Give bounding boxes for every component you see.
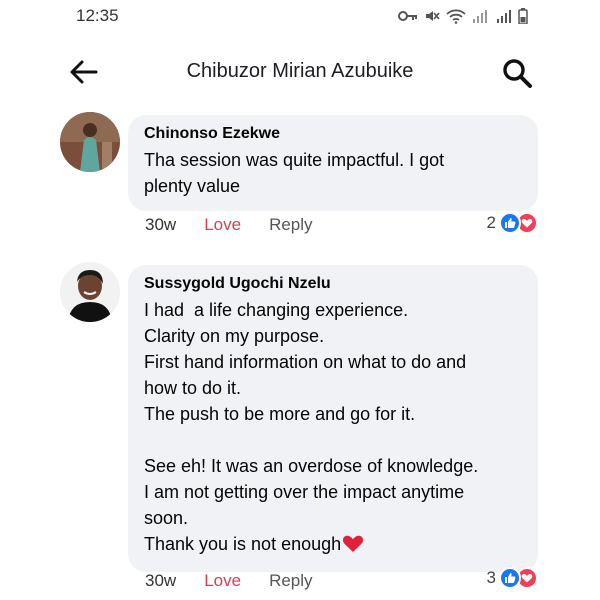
comment-text-line-last: Thank you is not enough (144, 531, 522, 560)
avatar[interactable] (60, 112, 120, 172)
battery-icon (518, 8, 528, 24)
comment-text-line: how to do it. (144, 378, 242, 398)
avatar[interactable] (60, 262, 120, 322)
like-icon (499, 567, 521, 589)
status-icons (398, 8, 528, 24)
comment-text-line: plenty value (144, 176, 241, 196)
comment-time[interactable]: 30w (145, 571, 176, 591)
signal-icon (472, 9, 490, 23)
comment-actions: 30w Love Reply (145, 215, 313, 235)
reaction-count: 3 (486, 568, 496, 587)
header: Chibuzor Mirian Azubuike (0, 46, 600, 96)
comment-text-line: soon. (144, 508, 189, 528)
comment-text-line: The push to be more and go for it. (144, 404, 416, 424)
comment-bubble: Sussygold Ugochi Nzelu I had a life chan… (128, 265, 538, 572)
status-bar: 12:35 (0, 0, 600, 34)
comment-text-line: Thank you is not enough (144, 534, 342, 554)
comment-time[interactable]: 30w (145, 215, 176, 235)
comment-author[interactable]: Chinonso Ezekwe (144, 125, 522, 143)
love-button[interactable]: Love (204, 571, 241, 591)
search-button[interactable] (500, 56, 534, 90)
comment-text-line: I am not getting over the impact anytime (144, 482, 465, 502)
mute-icon (424, 8, 440, 24)
comment-actions: 30w Love Reply (145, 571, 313, 591)
comment-text-line: Clarity on my purpose. (144, 326, 325, 346)
comment-text-line: I had a life changing experience. (144, 300, 409, 320)
reply-button[interactable]: Reply (269, 571, 312, 591)
comment-text-line (144, 427, 522, 453)
reaction-count: 2 (486, 213, 496, 232)
key-icon (398, 9, 418, 23)
comment-text-line: Tha session was quite impactful. I got (144, 150, 445, 170)
like-icon (499, 212, 521, 234)
comment-bubble: Chinonso Ezekwe Tha session was quite im… (128, 115, 538, 211)
heart-emoji-icon (342, 533, 364, 560)
status-time: 12:35 (76, 6, 119, 25)
love-button[interactable]: Love (204, 215, 241, 235)
reaction-summary[interactable]: 3 (487, 567, 538, 589)
comment-text-line: First hand information on what to do and (144, 352, 467, 372)
reaction-summary[interactable]: 2 (487, 212, 538, 234)
comment-text-line: See eh! It was an overdose of knowledge. (144, 456, 479, 476)
wifi-icon (446, 8, 466, 24)
comment-author[interactable]: Sussygold Ugochi Nzelu (144, 275, 522, 293)
search-icon (503, 59, 532, 88)
signal-icon-2 (496, 9, 512, 23)
reply-button[interactable]: Reply (269, 215, 312, 235)
